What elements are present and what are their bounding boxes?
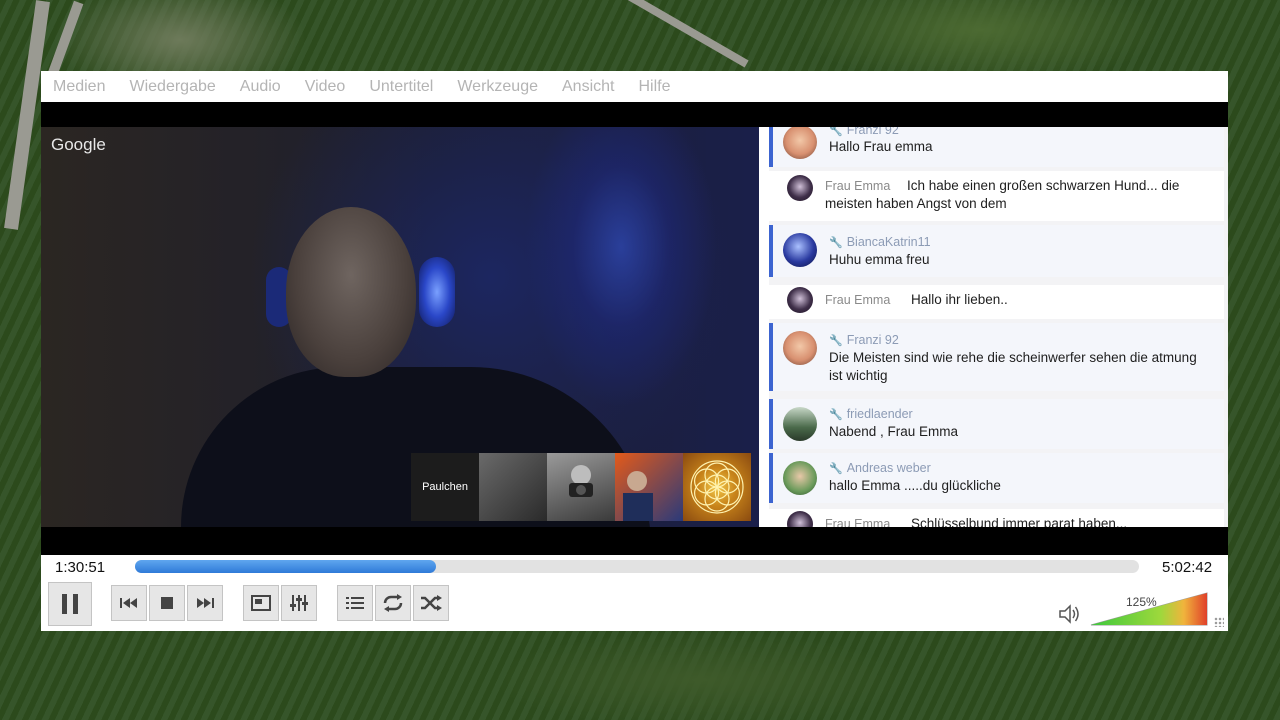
equalizer-icon (290, 595, 308, 611)
total-time[interactable]: 5:02:42 (1162, 559, 1212, 576)
chat-message: 🔧 BiancaKatrin11 Huhu emma freu (769, 225, 1224, 277)
playlist-icon (346, 597, 364, 609)
loop-icon (383, 594, 403, 612)
wrench-icon: 🔧 (829, 127, 843, 137)
playlist-button[interactable] (337, 585, 373, 621)
chat-message: 🔧 Andreas weber hallo Emma .....du glückl… (769, 453, 1224, 503)
chat-username: Frau Emma (825, 293, 891, 307)
previous-icon (120, 598, 137, 608)
menu-wiedergabe[interactable]: Wiedergabe (117, 78, 227, 96)
chat-text: Nabend , Frau Emma (829, 424, 959, 439)
wrench-icon: 🔧 (829, 409, 843, 421)
pause-icon (62, 594, 78, 614)
vlc-window: Medien Wiedergabe Audio Video Untertitel… (41, 71, 1228, 631)
menu-medien[interactable]: Medien (41, 78, 117, 96)
bianca-avatar (783, 233, 817, 267)
chat-divider (759, 127, 769, 527)
headphone-right (419, 257, 455, 327)
emma-avatar (787, 511, 813, 527)
thumbnail-participant[interactable] (683, 453, 751, 521)
webcam-feed: Google Paulchen (41, 127, 759, 527)
wrench-icon: 🔧 (829, 237, 843, 249)
shuffle-button[interactable] (413, 585, 449, 621)
seek-progress (135, 560, 437, 573)
equalizer-button[interactable] (281, 585, 317, 621)
volume-ramp (1090, 592, 1208, 626)
chat-message: 🔧 Franzi 92 Hallo Frau emma (769, 127, 1224, 167)
next-icon (197, 598, 214, 608)
fullscreen-button[interactable] (243, 585, 279, 621)
thumbnail-participant[interactable] (479, 453, 547, 521)
road (571, 0, 749, 68)
chat-username: 🔧 friedlaender (829, 407, 913, 421)
chat-username: 🔧 Andreas weber (829, 461, 931, 475)
seek-bar[interactable] (135, 560, 1139, 573)
video-area[interactable]: Google Paulchen 🔧 Franzi 92 Hallo Frau e… (41, 102, 1228, 555)
menu-audio[interactable]: Audio (228, 78, 293, 96)
thumbnail-participant[interactable] (547, 453, 615, 521)
thumbnail-participant[interactable] (615, 453, 683, 521)
menu-video[interactable]: Video (293, 78, 358, 96)
participant-thumbnails: Paulchen (411, 453, 751, 521)
volume-slider[interactable] (1089, 592, 1209, 631)
person-icon (623, 471, 653, 521)
chat-panel: 🔧 Franzi 92 Hallo Frau emma Frau Emma Ich… (759, 127, 1228, 527)
pause-button[interactable] (48, 582, 92, 626)
chat-text: Huhu emma freu (829, 252, 930, 267)
flower-of-life-icon (690, 460, 744, 514)
chat-text: Hallo Frau emma (829, 139, 933, 154)
stop-button[interactable] (149, 585, 185, 621)
franzi-avatar (783, 127, 817, 159)
chat-username: Frau Emma (825, 517, 891, 527)
chat-text: Hallo ihr lieben.. (911, 292, 1008, 307)
franzi-avatar (783, 331, 817, 365)
menu-werkzeuge[interactable]: Werkzeuge (445, 78, 550, 96)
stop-icon (161, 597, 173, 609)
chat-message: Frau Emma Hallo ihr lieben.. (769, 285, 1224, 319)
person-head (286, 207, 416, 377)
menu-hilfe[interactable]: Hilfe (626, 78, 682, 96)
chat-text: Die Meisten sind wie rehe die scheinwerf… (829, 350, 1197, 383)
emma-avatar (787, 287, 813, 313)
camera-person-icon (569, 465, 593, 497)
chat-message: Frau Emma Ich habe einen großen schwarze… (769, 171, 1224, 221)
chat-text: Schlüsselbund immer parat haben... (911, 516, 1128, 527)
menu-ansicht[interactable]: Ansicht (550, 78, 626, 96)
road (46, 0, 84, 80)
chat-message: 🔧 friedlaender Nabend , Frau Emma (769, 399, 1224, 449)
menu-bar: Medien Wiedergabe Audio Video Untertitel… (41, 71, 1228, 102)
resize-grip[interactable] (1214, 617, 1224, 627)
fullscreen-icon (251, 595, 271, 611)
chat-username: 🔧 Franzi 92 (829, 333, 899, 347)
menu-untertitel[interactable]: Untertitel (357, 78, 445, 96)
mute-button[interactable] (1058, 604, 1080, 629)
andreas-avatar (783, 461, 817, 495)
chat-username: 🔧 BiancaKatrin11 (829, 235, 931, 249)
chat-text: hallo Emma .....du glückliche (829, 478, 1001, 493)
thumbnail-paulchen[interactable]: Paulchen (411, 453, 479, 521)
wrench-icon: 🔧 (829, 463, 843, 475)
friedlaender-avatar (783, 407, 817, 441)
chat-text: Ich habe einen großen schwarzen Hund... … (825, 178, 1180, 211)
previous-button[interactable] (111, 585, 147, 621)
speaker-icon (1059, 604, 1079, 624)
chat-message: 🔧 Franzi 92 Die Meisten sind wie rehe die… (769, 323, 1224, 391)
chat-username: 🔧 Franzi 92 (829, 127, 899, 137)
shuffle-icon (421, 595, 442, 611)
emma-avatar (787, 175, 813, 201)
google-watermark: Google (51, 135, 106, 154)
next-button[interactable] (187, 585, 223, 621)
wrench-icon: 🔧 (829, 335, 843, 347)
elapsed-time: 1:30:51 (55, 559, 106, 576)
loop-button[interactable] (375, 585, 411, 621)
chat-message: Frau Emma Schlüsselbund immer parat habe… (769, 509, 1224, 527)
